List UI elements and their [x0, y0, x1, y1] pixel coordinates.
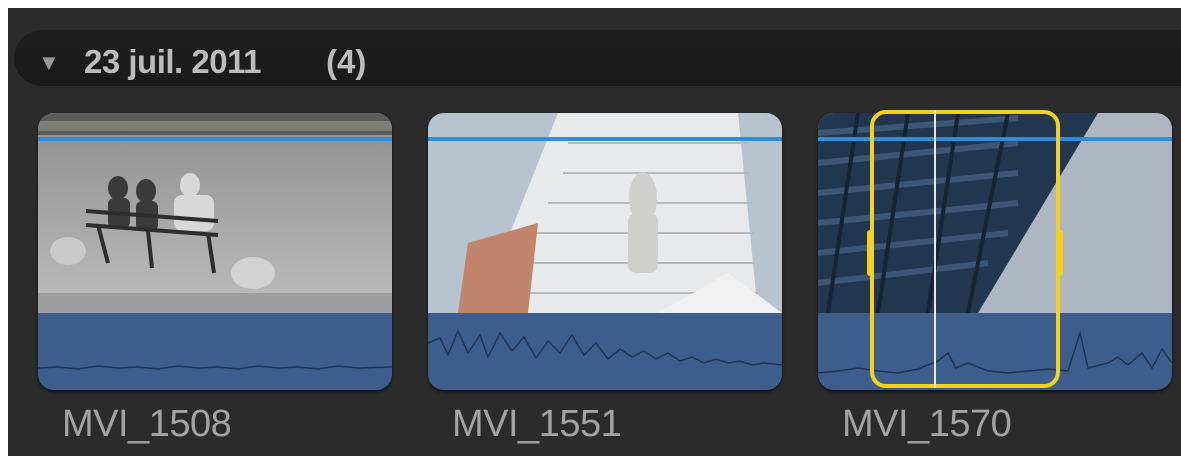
audio-waveform — [428, 313, 782, 390]
skimmer-playhead[interactable] — [934, 110, 936, 388]
selection-end-handle[interactable] — [1056, 230, 1063, 276]
clip-thumbnail[interactable] — [428, 113, 782, 390]
clip-top-bar — [428, 137, 782, 141]
group-date: 23 juil. 2011 — [84, 43, 261, 80]
clip-top-bar — [38, 137, 392, 141]
selection-start-handle[interactable] — [867, 230, 874, 276]
clip-video-frame — [38, 113, 392, 313]
group-count: (4) — [326, 43, 367, 80]
audio-waveform — [38, 313, 392, 390]
selection-range[interactable] — [867, 110, 1063, 388]
clip-thumbnail[interactable] — [38, 113, 392, 390]
clip-name: MVI_1508 — [62, 403, 232, 445]
clip-video-frame — [428, 113, 782, 313]
disclosure-triangle-down-icon[interactable]: ▼ — [38, 52, 60, 74]
clip-name: MVI_1570 — [842, 403, 1012, 445]
clip-name: MVI_1551 — [452, 403, 622, 445]
